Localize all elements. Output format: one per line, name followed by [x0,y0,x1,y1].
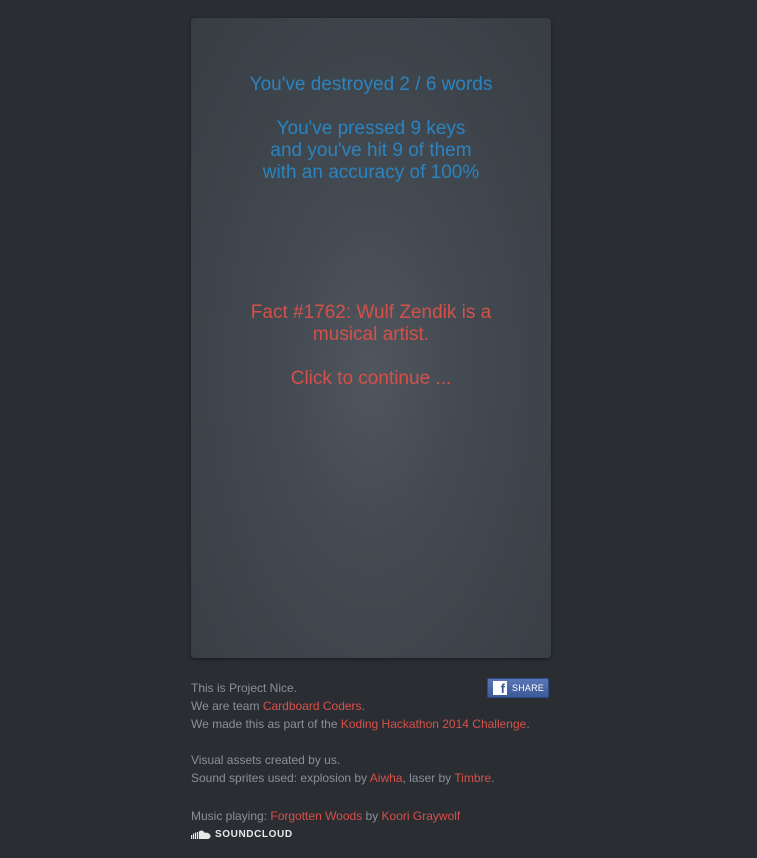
music-mid: by [362,809,382,823]
keys-hit-line: and you've hit 9 of them [270,140,472,161]
soundcloud-link[interactable]: SOUNDCLOUD [191,826,551,844]
team-line: We are team Cardboard Coders. [191,697,551,715]
music-prefix: Music playing: [191,809,271,823]
sound-prefix: Sound sprites used: explosion by [191,771,370,785]
hackathon-line: We made this as part of the Koding Hacka… [191,715,551,733]
track-link[interactable]: Forgotten Woods [270,809,362,823]
team-prefix: We are team [191,699,263,713]
fact-text: Fact #1762: Wulf Zendik is a musical art… [250,302,492,345]
hackathon-suffix: . [526,717,530,731]
sound-sprites-line: Sound sprites used: explosion by Aiwha, … [191,769,551,787]
keys-pressed-stat: You've pressed 9 keys and you've hit 9 o… [191,118,551,184]
game-panel[interactable]: You've destroyed 2 / 6 words You've pres… [191,18,551,658]
music-line: Music playing: Forgotten Woods by Koori … [191,807,551,825]
footer: This is Project Nice. We are team Cardbo… [191,679,551,844]
explosion-credit-link[interactable]: Aiwha [370,771,403,785]
accuracy-line: with an accuracy of 100% [262,162,480,183]
sound-suffix: . [491,771,495,785]
project-line: This is Project Nice. [191,679,551,697]
soundcloud-icon [191,830,211,839]
hackathon-link[interactable]: Koding Hackathon 2014 Challenge [341,717,526,731]
visual-assets-text: Visual assets created by us. [191,753,341,767]
keys-pressed-line: You've pressed 9 keys [276,118,466,139]
laser-credit-link[interactable]: Timbre [454,771,491,785]
sound-mid: , laser by [402,771,455,785]
project-text: This is Project Nice. [191,681,298,695]
soundcloud-label: SOUNDCLOUD [215,829,293,840]
hackathon-prefix: We made this as part of the [191,717,341,731]
artist-link[interactable]: Koori Graywolf [382,809,461,823]
visual-assets-line: Visual assets created by us. [191,751,551,769]
words-destroyed-stat: You've destroyed 2 / 6 words [249,74,493,95]
continue-prompt[interactable]: Click to continue ... [191,368,551,390]
team-link[interactable]: Cardboard Coders [263,699,362,713]
team-suffix: . [361,699,365,713]
